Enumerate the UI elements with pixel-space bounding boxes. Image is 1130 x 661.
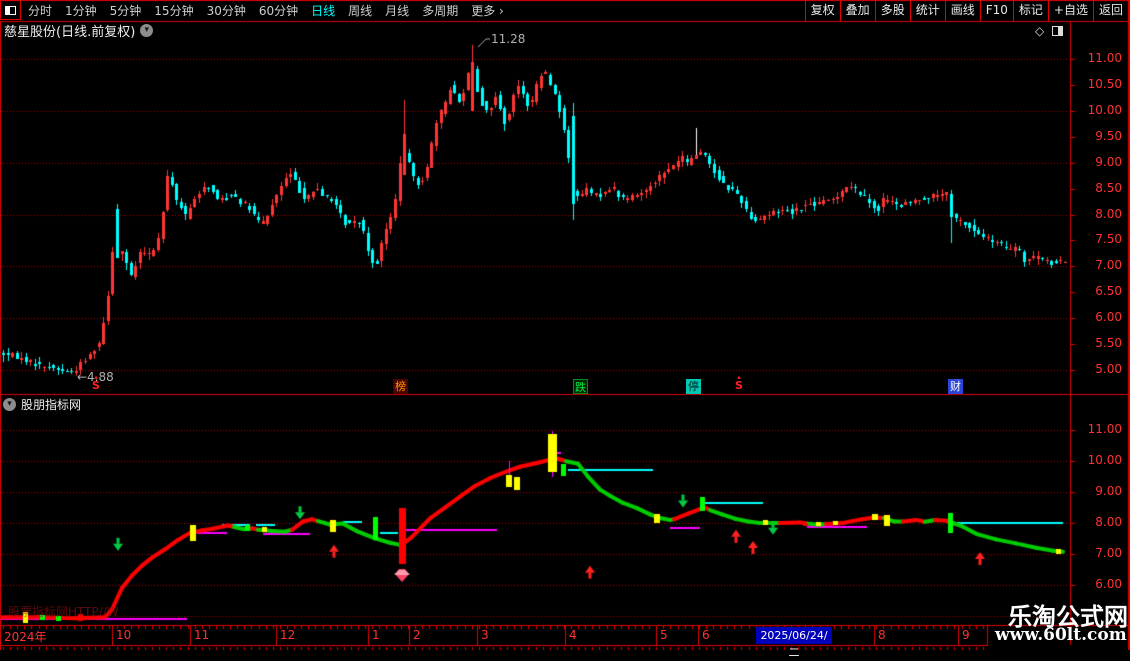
x-axis-label: 2024年: [4, 630, 47, 644]
price-label: 9.50: [1095, 128, 1122, 143]
toolbar-button-返回[interactable]: 返回: [1094, 0, 1129, 21]
toolbar-button-复权[interactable]: 复权: [806, 0, 841, 21]
x-axis-label: 6: [702, 628, 710, 642]
price-label: 6.00: [1095, 576, 1122, 591]
price-label: 7.00: [1095, 545, 1122, 560]
indicator-watermark: 股票指标网HTTP//W: [8, 605, 119, 619]
x-axis-label: 9: [962, 628, 970, 642]
x-axis-label: 4: [569, 628, 577, 642]
toolbar-item-日线[interactable]: 日线: [311, 2, 335, 19]
chevron-down-icon[interactable]: ▾: [3, 398, 16, 411]
marker-ting: 停: [686, 379, 701, 394]
indicator-header: ▾ 股朋指标网: [3, 396, 81, 413]
toolbar-item-15分钟[interactable]: 15分钟: [154, 2, 193, 19]
page-title: 慈星股份(日线.前复权): [4, 25, 136, 40]
price-label: 5.50: [1095, 336, 1122, 351]
toolbar-button-多股[interactable]: 多股: [876, 0, 911, 21]
chevron-down-icon[interactable]: ▾: [140, 24, 154, 37]
toolbar-item-更多 ›[interactable]: 更多 ›: [471, 2, 504, 19]
toolbar-item-月线[interactable]: 月线: [385, 2, 409, 19]
tool-menu: 复权 叠加 多股 统计 画线 F10 标记 +自选 返回: [804, 0, 1129, 21]
toolbar-button-F10[interactable]: F10: [981, 0, 1014, 21]
panel-toggle-icon[interactable]: [1052, 26, 1064, 36]
price-label: 11.00: [1087, 51, 1122, 66]
marker-bang: 榜: [393, 379, 408, 394]
price-label: 8.50: [1095, 180, 1122, 195]
price-label: 9.00: [1095, 484, 1122, 499]
signal-letter: S: [92, 379, 100, 392]
high-annotation: 11.28: [491, 32, 526, 46]
marker-die: 跌: [573, 379, 588, 394]
price-label: 8.00: [1095, 515, 1122, 529]
window-split-icon[interactable]: [0, 0, 21, 20]
toolbar-button-标记[interactable]: 标记: [1014, 0, 1049, 21]
toolbar-item-30分钟[interactable]: 30分钟: [207, 2, 246, 19]
toolbar-item-周线[interactable]: 周线: [348, 2, 372, 19]
toolbar-button-叠加[interactable]: 叠加: [841, 0, 876, 21]
price-label: 7.00: [1095, 258, 1122, 273]
toolbar-button-统计[interactable]: 统计: [911, 0, 946, 21]
x-axis-label: 10: [116, 628, 132, 642]
price-label: 9.00: [1095, 154, 1122, 169]
toolbar-item-多周期[interactable]: 多周期: [422, 2, 458, 19]
site-watermark-url: www.60lt.com: [995, 625, 1127, 645]
signal-s-marker: ▴ S: [92, 374, 100, 392]
diamond-icon[interactable]: ◇: [1035, 24, 1044, 38]
price-label: 11.00: [1087, 422, 1122, 437]
split-square-icon: [5, 5, 16, 15]
x-axis-label: 8: [878, 628, 886, 642]
x-axis-label: 5: [660, 628, 668, 642]
signal-s-marker: ▴ S: [735, 374, 743, 392]
toolbar-item-5分钟[interactable]: 5分钟: [110, 2, 142, 19]
period-menu: 分时 1分钟 5分钟 15分钟 30分钟 60分钟 日线 周线 月线 多周期 更多 ›: [21, 0, 504, 21]
price-label: 10.00: [1087, 453, 1122, 468]
price-label: 6.50: [1095, 284, 1122, 299]
price-label: 7.50: [1095, 232, 1122, 247]
x-axis-label: 1: [372, 628, 380, 642]
x-axis-label: 2: [413, 628, 421, 642]
signal-letter: S: [735, 379, 743, 392]
toolbar-item-60分钟[interactable]: 60分钟: [259, 2, 298, 19]
top-toolbar: 分时 1分钟 5分钟 15分钟 30分钟 60分钟 日线 周线 月线 多周期 更多 › 复权 叠加 多股…: [0, 0, 1129, 21]
toolbar-item-分时[interactable]: 分时: [28, 2, 52, 19]
price-label: 5.00: [1095, 362, 1122, 376]
x-axis-label: 11: [194, 628, 210, 642]
price-label: 6.00: [1095, 310, 1122, 325]
header-right-icons: ◇: [1035, 24, 1064, 38]
toolbar-button-画线[interactable]: 画线: [946, 0, 981, 21]
toolbar-button-+自选[interactable]: +自选: [1049, 0, 1094, 21]
toolbar-item-1分钟[interactable]: 1分钟: [65, 2, 97, 19]
selected-date-badge: 2025/06/24/二: [756, 627, 832, 659]
x-axis-label: 3: [481, 628, 489, 642]
price-label: 10.00: [1087, 102, 1122, 117]
marker-cai: 财: [948, 379, 963, 394]
chart-title-row: 慈星股份(日线.前复权) ▾: [0, 22, 154, 40]
price-label: 8.00: [1095, 206, 1122, 221]
indicator-title: 股朋指标网: [21, 398, 82, 412]
price-label: 10.50: [1087, 76, 1122, 91]
x-axis-label: 12: [280, 628, 296, 642]
